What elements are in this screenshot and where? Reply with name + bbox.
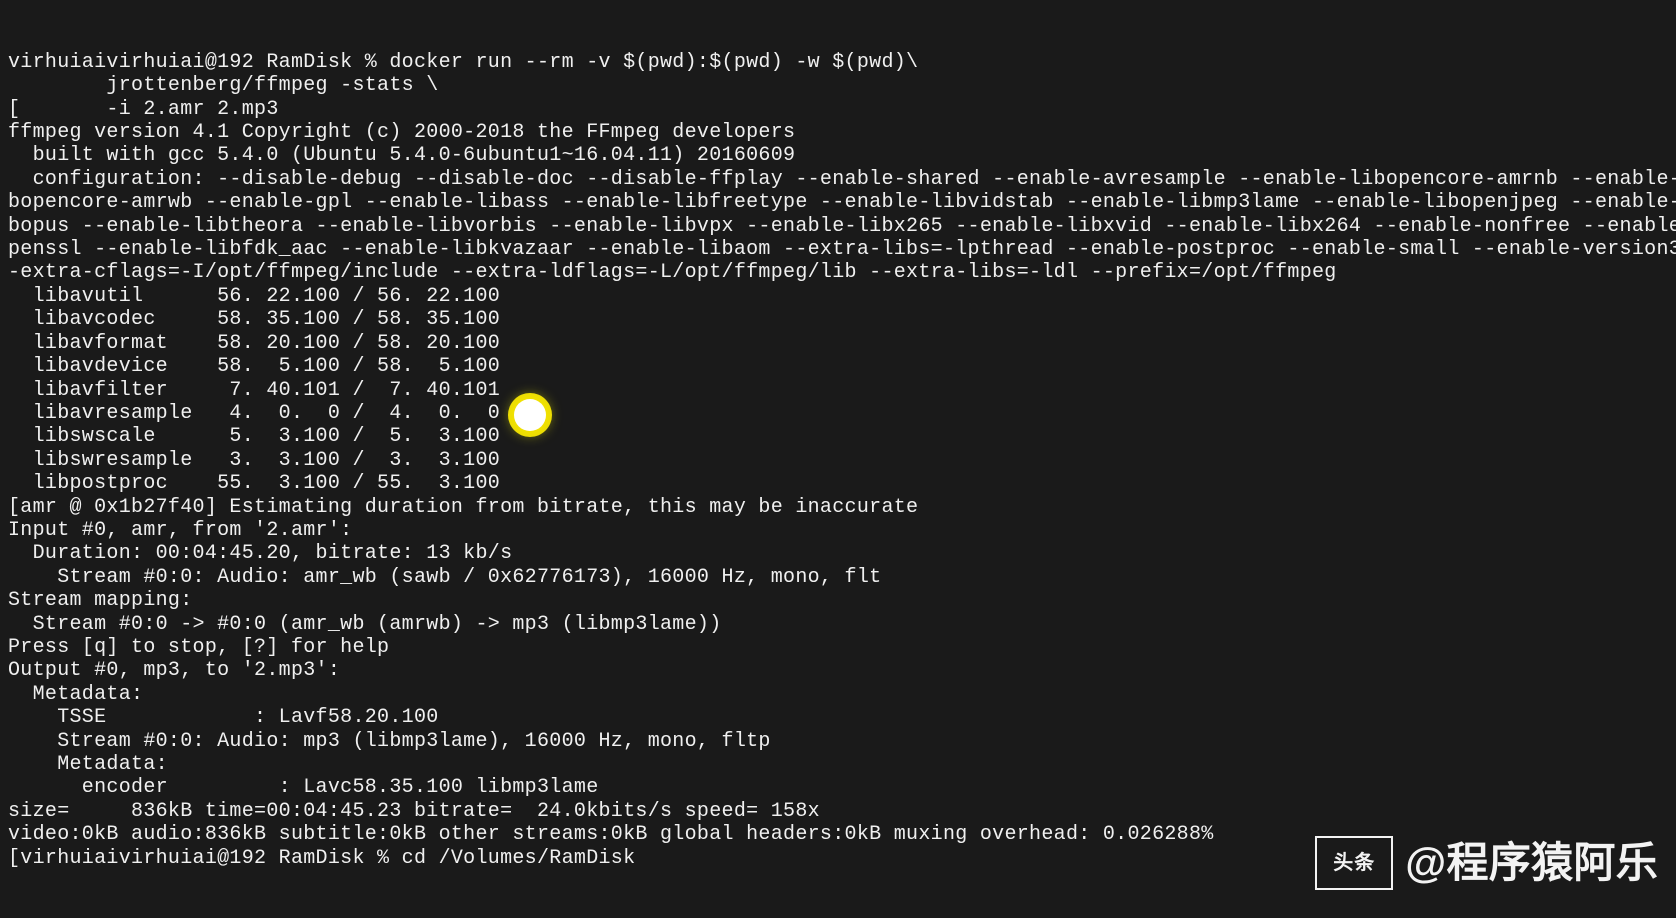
terminal-line: ffmpeg version 4.1 Copyright (c) 2000-20… bbox=[8, 121, 1668, 144]
terminal-line: libswscale 5. 3.100 / 5. 3.100 bbox=[8, 425, 1668, 448]
terminal-line: configuration: --disable-debug --disable… bbox=[8, 168, 1668, 191]
terminal-line: bopus --enable-libtheora --enable-libvor… bbox=[8, 215, 1668, 238]
terminal-line: libavfilter 7. 40.101 / 7. 40.101 bbox=[8, 379, 1668, 402]
terminal-line: libavcodec 58. 35.100 / 58. 35.100 bbox=[8, 308, 1668, 331]
terminal-line: Output #0, mp3, to '2.mp3': bbox=[8, 659, 1668, 682]
terminal-line: video:0kB audio:836kB subtitle:0kB other… bbox=[8, 823, 1668, 846]
terminal-line: Stream mapping: bbox=[8, 589, 1668, 612]
terminal-line: penssl --enable-libfdk_aac --enable-libk… bbox=[8, 238, 1668, 261]
terminal-output: virhuiaivirhuiai@192 RamDisk % docker ru… bbox=[8, 51, 1668, 870]
terminal-line: built with gcc 5.4.0 (Ubuntu 5.4.0-6ubun… bbox=[8, 144, 1668, 167]
terminal-line: libpostproc 55. 3.100 / 55. 3.100 bbox=[8, 472, 1668, 495]
terminal-line: libavresample 4. 0. 0 / 4. 0. 0 bbox=[8, 402, 1668, 425]
terminal-line: encoder : Lavc58.35.100 libmp3lame bbox=[8, 776, 1668, 799]
terminal-line: size= 836kB time=00:04:45.23 bitrate= 24… bbox=[8, 800, 1668, 823]
terminal-line: libavformat 58. 20.100 / 58. 20.100 bbox=[8, 332, 1668, 355]
terminal-line: Stream #0:0: Audio: mp3 (libmp3lame), 16… bbox=[8, 730, 1668, 753]
terminal-line: jrottenberg/ffmpeg -stats \ bbox=[8, 74, 1668, 97]
terminal-line: libswresample 3. 3.100 / 3. 3.100 bbox=[8, 449, 1668, 472]
terminal-line: Metadata: bbox=[8, 683, 1668, 706]
terminal-line: Stream #0:0 -> #0:0 (amr_wb (amrwb) -> m… bbox=[8, 613, 1668, 636]
terminal-line: Duration: 00:04:45.20, bitrate: 13 kb/s bbox=[8, 542, 1668, 565]
terminal-line: virhuiaivirhuiai@192 RamDisk % docker ru… bbox=[8, 51, 1668, 74]
terminal-line: Input #0, amr, from '2.amr': bbox=[8, 519, 1668, 542]
terminal-line: [amr @ 0x1b27f40] Estimating duration fr… bbox=[8, 496, 1668, 519]
terminal-line: [virhuiaivirhuiai@192 RamDisk % cd /Volu… bbox=[8, 847, 1668, 870]
terminal-line: Stream #0:0: Audio: amr_wb (sawb / 0x627… bbox=[8, 566, 1668, 589]
terminal-line: bopencore-amrwb --enable-gpl --enable-li… bbox=[8, 191, 1668, 214]
terminal-line: Metadata: bbox=[8, 753, 1668, 776]
terminal-line: libavdevice 58. 5.100 / 58. 5.100 bbox=[8, 355, 1668, 378]
terminal-line: libavutil 56. 22.100 / 56. 22.100 bbox=[8, 285, 1668, 308]
terminal-line: [ -i 2.amr 2.mp3 bbox=[8, 98, 1668, 121]
terminal-window[interactable]: virhuiaivirhuiai@192 RamDisk % docker ru… bbox=[0, 0, 1676, 918]
terminal-line: TSSE : Lavf58.20.100 bbox=[8, 706, 1668, 729]
terminal-line: Press [q] to stop, [?] for help bbox=[8, 636, 1668, 659]
terminal-line: -extra-cflags=-I/opt/ffmpeg/include --ex… bbox=[8, 261, 1668, 284]
